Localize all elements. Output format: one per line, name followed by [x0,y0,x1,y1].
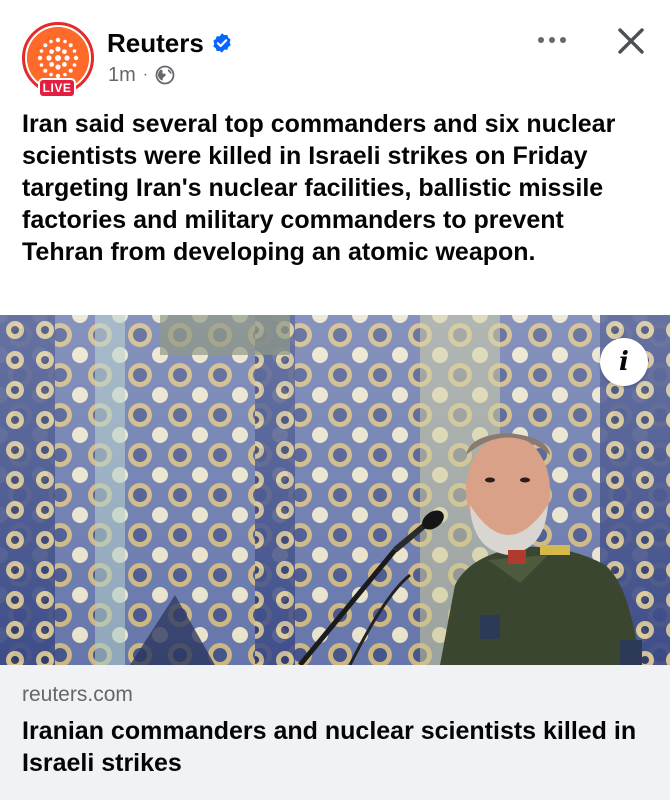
page-name[interactable]: Reuters [107,28,204,59]
more-dot-icon [560,37,566,43]
globe-icon [155,65,175,85]
link-domain: reuters.com [22,683,133,706]
page-avatar[interactable]: LIVE [22,22,94,98]
more-dot-icon [538,37,544,43]
post-timestamp[interactable]: 1m [108,64,136,87]
more-dot-icon [549,37,555,43]
verified-badge-icon [213,33,231,53]
post-image[interactable] [0,315,670,665]
post-text: Iran said several top commanders and six… [22,110,616,266]
link-preview-card[interactable]: reuters.com Iranian commanders and nucle… [0,665,670,800]
more-options-button[interactable] [532,26,572,54]
live-badge: LIVE [38,78,76,98]
info-button[interactable]: i [600,338,648,386]
page-name-row: Reuters [107,26,233,60]
post-header: LIVE Reuters 1m · [0,0,670,100]
meta-separator: · [142,66,149,83]
news-photo [0,315,670,665]
link-title: Iranian commanders and nuclear scientist… [22,717,637,777]
close-icon[interactable] [612,22,650,60]
post-meta: 1m · [108,62,175,88]
